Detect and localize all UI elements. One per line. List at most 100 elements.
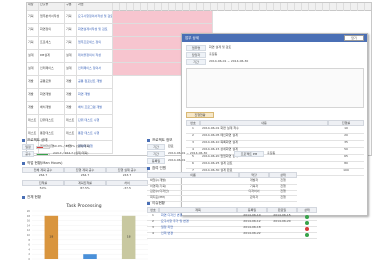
sheet-day-column	[337, 3, 344, 11]
issue-title[interactable]: 인력 변경	[161, 231, 237, 235]
status-alert-icon	[305, 226, 309, 231]
sheet-header-a: 대상	[27, 3, 39, 11]
chart-y-tick-label: 16	[27, 219, 31, 223]
member-role: 기획자	[249, 183, 259, 188]
sheet-day-column	[190, 3, 197, 11]
chart-section-title: 전체 현황	[22, 195, 41, 199]
issue-no: 2	[152, 219, 154, 223]
sheet-day-column	[176, 3, 183, 11]
member-role: 디자이너	[248, 189, 260, 193]
info-value-1: 2014-06-01 ~ 2014-06-30	[168, 151, 208, 155]
sheet-cell-task[interactable]: 단위 테스트 수행	[77, 115, 113, 128]
issues-header-status: 상태	[297, 207, 317, 213]
status-text-schedule: 50.0% / 87.5% (실제/계획)	[53, 144, 91, 148]
issue-done-date: 2014-06-15	[273, 213, 291, 217]
sheet-day-column	[246, 3, 253, 11]
members-section-title: 참여 인원	[147, 166, 166, 170]
sheet-row[interactable]: 기획 업무분석서작성 기획 요구사항정의서작성 및 검토	[27, 11, 371, 24]
sheet-cell-task[interactable]: 인터페이스 정의서	[77, 63, 113, 76]
issues-section-title: 이슈현황	[147, 201, 165, 205]
sheet-cell-task[interactable]: 업무프로세스 정의	[77, 37, 113, 50]
sheet-cell-task[interactable]: 배치 프로그램 개발	[77, 102, 113, 115]
member-name: 최지훈(PM)	[150, 194, 166, 199]
sheet-cell-output: 단위테스트	[39, 115, 65, 128]
member-role: 개발자	[249, 178, 259, 182]
sheet-cell-kind: 기획	[65, 24, 77, 37]
member-status: 진행	[280, 183, 286, 188]
history-cell-pct: 80	[344, 161, 348, 165]
field-label-owner: 담당자	[186, 52, 206, 58]
tab-progress[interactable]: 진행현황	[186, 112, 214, 118]
info-label-1: 기간	[147, 151, 165, 157]
sheet-header-b: 산출물	[39, 3, 65, 11]
mm-value2-2: -37.5	[123, 186, 131, 190]
status-section-title: 프로젝트 상태	[22, 138, 47, 142]
member-status: 진행	[280, 178, 286, 182]
info-label-2: 등록일	[147, 158, 165, 164]
history-cell-no: 3	[192, 140, 194, 144]
sheet-day-column	[309, 3, 316, 11]
info-pm-label: 프로젝트 PM	[234, 151, 264, 157]
issue-row-divider	[147, 237, 317, 239]
issue-title[interactable]: 요구사항 추가 및 변경	[161, 219, 237, 223]
sheet-cell-task[interactable]: 화면설계서작성 및 검토	[77, 24, 113, 37]
sheet-day-column	[141, 3, 148, 11]
sheet-cell-output: 화면개발	[39, 89, 65, 102]
history-cell-no: 2	[192, 133, 194, 137]
mm-value-0: 264.7	[38, 173, 48, 177]
sheet-cell-kind: 개발	[65, 76, 77, 89]
chart-y-tick-label: 6	[28, 243, 30, 247]
issue-reg-date: 2014-06-22	[243, 231, 261, 235]
sheet-cell-task[interactable]: 요구사항정의서작성 및 검토	[77, 11, 113, 24]
issue-no: 4	[152, 231, 154, 235]
sheet-day-column	[127, 3, 134, 11]
issue-done-date: 2014-06-20	[273, 219, 291, 223]
sheet-cell-task[interactable]: 화면 개발	[77, 89, 113, 102]
sheet-cell-type: 개발	[27, 102, 39, 115]
history-cell-pct: 100	[343, 168, 349, 172]
issue-title[interactable]: 화면 디자인 변경	[161, 213, 237, 217]
sheet-cell-type: 기획	[27, 24, 39, 37]
history-cell-text: 2014-06-20 팝업화면 설계	[202, 154, 238, 158]
sheet-day-column	[183, 3, 190, 11]
sheet-day-column	[288, 3, 295, 11]
sheet-day-column	[218, 3, 225, 11]
info-value-0: 완료	[168, 144, 174, 148]
dialog-description	[186, 68, 364, 108]
status-ok-icon	[305, 214, 309, 219]
status-ok-icon	[305, 232, 309, 237]
chart-y-tick-label: 2	[28, 252, 30, 256]
field-label-period: 기간	[186, 59, 206, 65]
chart-y-tick-label: 14	[27, 223, 31, 227]
sheet-cell-task[interactable]: 통합 테스트 수행	[77, 128, 113, 141]
info-value-2: 2014-06-01	[168, 158, 186, 162]
chart-y-tick-label: 12	[27, 228, 31, 232]
close-button[interactable]: 닫기	[344, 35, 364, 41]
sheet-day-column	[162, 3, 169, 11]
sheet-cell-type: 기획	[27, 11, 39, 24]
sheet-cell-task[interactable]: 테이블정의서 작성	[77, 50, 113, 63]
sheet-day-column	[120, 3, 127, 11]
sheet-day-column	[330, 3, 337, 11]
field-label-name: 업무명	[186, 45, 206, 51]
member-name: 이영희(기획)	[150, 183, 167, 188]
sheet-cell-task[interactable]: 공통 컴포넌트 개발	[77, 76, 113, 89]
info-section-title: 프로젝트 정보	[147, 138, 172, 142]
sheet-day-column	[197, 3, 204, 11]
member-status: 진행	[280, 189, 286, 193]
chart-title: Task Processing	[65, 203, 101, 209]
sheet-cell-kind: 개발	[65, 89, 77, 102]
chart-bar-설계	[83, 254, 97, 259]
sheet-cell-type: 개발	[27, 89, 39, 102]
sheet-day-column	[344, 3, 351, 11]
history-cell-text: 2014-06-25 설계 검토	[202, 161, 233, 165]
sheet-cell-type: 설계	[27, 63, 39, 76]
history-cell-pct: 20	[344, 133, 348, 137]
sheet-day-column	[267, 3, 274, 11]
history-cell-pct: 10	[344, 126, 348, 130]
issue-reg-date: 2014-06-12	[243, 219, 261, 223]
sheet-cell-kind: 테스트	[65, 115, 77, 128]
issue-title[interactable]: 일정 지연	[161, 225, 237, 229]
issue-reg-date: 2014-06-10	[243, 213, 261, 217]
sheet-day-column	[232, 3, 239, 11]
